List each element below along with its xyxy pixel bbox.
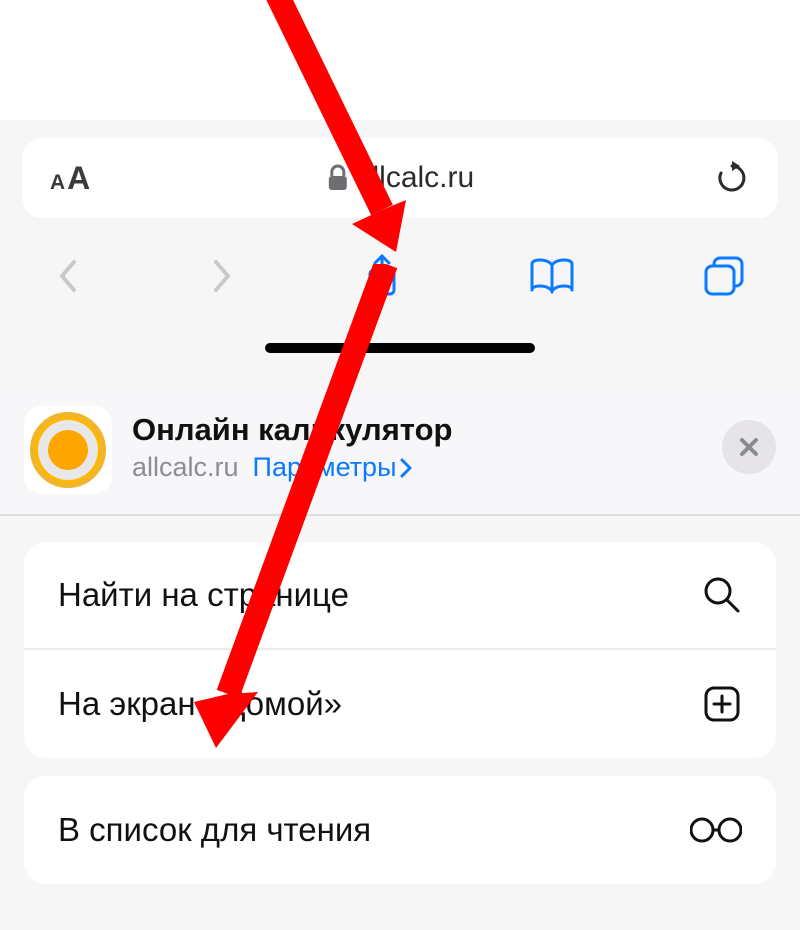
tabs-button[interactable]: [702, 254, 746, 298]
share-icon: [362, 252, 402, 300]
tabs-icon: [702, 254, 746, 298]
reading-list-label: В список для чтения: [58, 811, 371, 849]
add-to-home-screen-action[interactable]: На экран «Домой»: [24, 650, 776, 758]
share-options-button[interactable]: Параметры: [253, 452, 415, 483]
chevron-left-icon: [54, 256, 82, 296]
url-text: allcalc.ru: [356, 161, 474, 195]
add-to-reading-list-action[interactable]: В список для чтения: [24, 776, 776, 884]
text-size-button[interactable]: AA: [50, 160, 90, 197]
toolbar: [0, 240, 800, 312]
divider: [0, 514, 800, 516]
share-domain: allcalc.ru: [132, 452, 239, 483]
forward-button[interactable]: [208, 256, 236, 296]
address-url[interactable]: allcalc.ru: [326, 161, 474, 195]
plus-square-icon: [702, 684, 742, 724]
top-whitespace: [0, 0, 800, 120]
share-options-label: Параметры: [253, 452, 397, 483]
share-actions-list: Найти на странице На экран «Домой» В спи…: [24, 542, 776, 902]
text-size-small-a-icon: A: [50, 171, 65, 195]
share-sheet-header: Онлайн калькулятор allcalc.ru Параметры: [0, 388, 800, 516]
lock-icon: [326, 164, 350, 192]
close-icon: [738, 436, 760, 458]
bookmarks-button[interactable]: [528, 256, 576, 296]
chevron-right-icon: [208, 256, 236, 296]
close-button[interactable]: [722, 420, 776, 474]
reload-button[interactable]: [714, 160, 750, 196]
site-favicon: [24, 406, 112, 494]
share-title: Онлайн калькулятор: [132, 412, 702, 448]
glasses-icon: [690, 815, 742, 845]
chevron-right-icon: [398, 457, 414, 479]
home-indicator: [265, 343, 535, 353]
add-to-home-label: На экран «Домой»: [58, 685, 342, 723]
back-button[interactable]: [54, 256, 82, 296]
share-button[interactable]: [362, 252, 402, 300]
address-bar[interactable]: AA allcalc.ru: [22, 138, 778, 218]
reload-icon: [714, 160, 750, 196]
book-icon: [528, 256, 576, 296]
text-size-big-a-icon: A: [67, 160, 90, 197]
find-on-page-action[interactable]: Найти на странице: [24, 542, 776, 650]
search-icon: [702, 575, 742, 615]
find-on-page-label: Найти на странице: [58, 576, 349, 614]
